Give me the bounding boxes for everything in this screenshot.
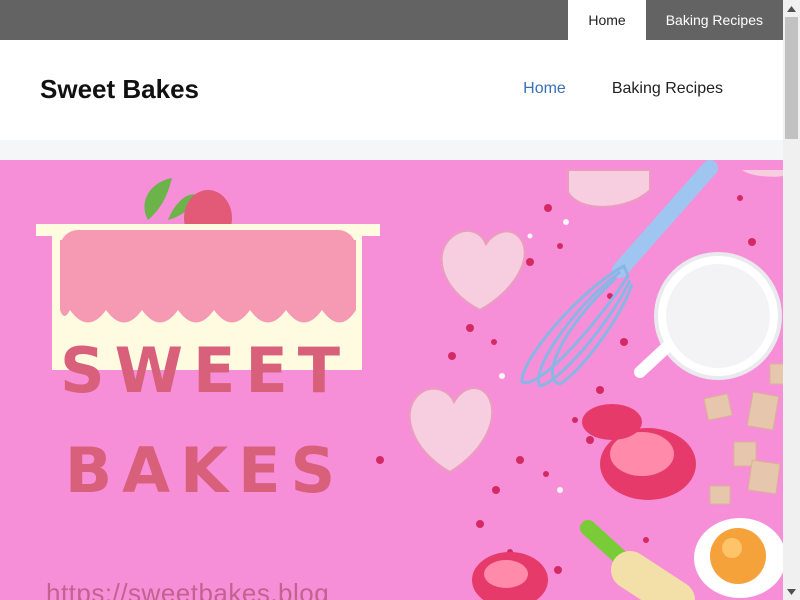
top-nav-home[interactable]: Home	[568, 0, 646, 40]
vertical-scrollbar[interactable]	[783, 0, 800, 600]
main-nav-home[interactable]: Home	[523, 80, 566, 98]
logo-line-1: SWEET	[60, 334, 350, 407]
scrollbar-thumb[interactable]	[785, 17, 798, 139]
top-bar: Home Baking Recipes	[0, 0, 783, 40]
site-header: Sweet Bakes Home Baking Recipes	[0, 40, 783, 140]
scroll-up-arrow-icon[interactable]	[783, 0, 800, 17]
top-nav-baking-recipes[interactable]: Baking Recipes	[646, 0, 783, 40]
main-nav-baking-recipes[interactable]: Baking Recipes	[612, 80, 723, 98]
top-nav: Home Baking Recipes	[568, 0, 783, 40]
site-title[interactable]: Sweet Bakes	[40, 74, 199, 105]
page: Home Baking Recipes Sweet Bakes Home Bak…	[0, 0, 783, 600]
egg-icon	[694, 518, 783, 598]
scroll-down-arrow-icon[interactable]	[783, 583, 800, 600]
main-nav: Home Baking Recipes	[523, 80, 723, 98]
logo-line-2: BAKES	[65, 434, 345, 507]
hero-url-watermark: https://sweetbakes.blog	[46, 578, 330, 600]
hero-banner: SWEET BAKES https://sweetbakes.blog	[0, 160, 783, 600]
